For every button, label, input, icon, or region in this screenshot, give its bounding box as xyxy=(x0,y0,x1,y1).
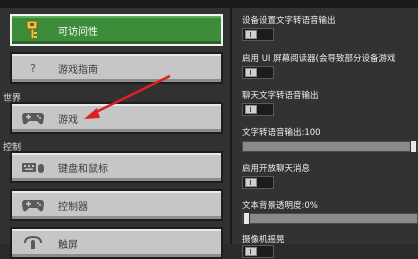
screen-reader-toggle[interactable] xyxy=(242,66,274,79)
setting-screen-reader-label: 启用 UI 屏幕阅读器(会导致部分设备游戏 xyxy=(242,54,396,64)
sidebar-item-keyboard-mouse[interactable]: 键盘和鼠标 xyxy=(10,151,223,183)
settings-panel: 设备设置文字转语音输出 启用 UI 屏幕阅读器(会导致部分设备游戏 聊天文字转语… xyxy=(230,8,418,258)
sidebar-item-controller[interactable]: 控制器 xyxy=(10,189,223,221)
top-bar-fragment xyxy=(12,0,72,7)
setting-device-tts-label: 设备设置文字转语音输出 xyxy=(242,16,336,26)
setting-text-bg-opacity-label: 文本背景透明度:0% xyxy=(242,201,318,211)
sidebar-item-how-to-play[interactable]: ? 游戏指南 xyxy=(10,52,223,84)
sidebar-item-label: 键盘和鼠标 xyxy=(58,163,108,175)
camera-shake-toggle[interactable] xyxy=(242,245,274,258)
tts-volume-slider[interactable] xyxy=(242,140,418,153)
setting-open-chat-label: 启用开放聊天消息 xyxy=(242,164,311,174)
sidebar-item-game[interactable]: 游戏 xyxy=(10,102,223,134)
sidebar-item-label: 游戏 xyxy=(58,114,78,126)
question-icon: ? xyxy=(30,61,36,75)
tts-volume-slider-thumb[interactable] xyxy=(410,140,417,153)
controller-icon xyxy=(20,194,46,216)
gamepad-icon xyxy=(20,107,46,129)
chat-tts-toggle[interactable] xyxy=(242,103,274,116)
key-icon xyxy=(20,19,46,41)
sidebar-item-label: 触屏 xyxy=(58,239,78,251)
setting-camera-shake-label: 摄像机摇晃 xyxy=(242,235,285,245)
open-chat-toggle[interactable] xyxy=(242,176,274,189)
sidebar-item-label: 游戏指南 xyxy=(58,64,98,76)
sidebar-item-label: 控制器 xyxy=(58,201,88,213)
text-bg-opacity-slider-thumb[interactable] xyxy=(243,212,250,225)
sidebar-item-label: 可访问性 xyxy=(58,26,98,38)
sidebar-item-accessibility[interactable]: 可访问性 xyxy=(10,14,223,46)
settings-sidebar: 可访问性 ? 游戏指南 世界 游戏 控制 键盘和鼠标 控制器 触屏 xyxy=(0,8,230,259)
sidebar-item-touch[interactable]: 触屏 xyxy=(10,227,223,259)
text-bg-opacity-slider[interactable] xyxy=(242,212,418,225)
device-tts-toggle[interactable] xyxy=(242,28,274,41)
touch-icon xyxy=(20,232,46,254)
setting-chat-tts-label: 聊天文字转语音输出 xyxy=(242,91,319,101)
keyboard-mouse-icon xyxy=(20,156,46,178)
setting-tts-volume-label: 文字转语音输出:100 xyxy=(242,128,321,138)
